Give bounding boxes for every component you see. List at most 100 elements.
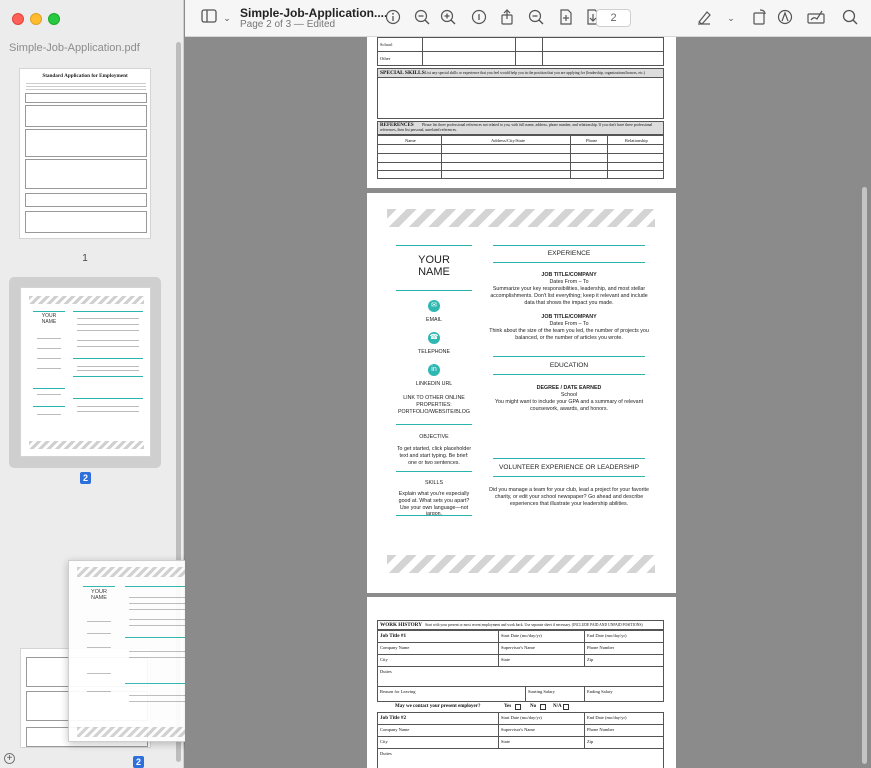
sidebar-filename: Simple-Job-Application.pdf: [9, 42, 140, 54]
info-icon[interactable]: [384, 9, 402, 27]
job2-label: Job Title #2: [380, 715, 407, 721]
job2-city: City: [380, 739, 388, 744]
sign-icon[interactable]: [807, 9, 825, 27]
email-icon: ✉: [428, 300, 440, 312]
ghost-name-2: NAME: [91, 595, 107, 601]
resume-linkedin: LINKEDIN URL: [415, 381, 453, 387]
close-window-button[interactable]: [12, 13, 24, 25]
minimize-window-button[interactable]: [30, 13, 42, 25]
page-2-resume: YOUR NAME ✉ EMAIL ☎ TELEPHONE in LINKEDI…: [367, 193, 676, 593]
decorative-stripes-bottom: [387, 555, 655, 573]
resume-skills-text: Explain what you're especially good at. …: [398, 491, 470, 517]
chevron-down-icon[interactable]: ⌄: [722, 9, 740, 27]
thumbnail-page-number: 2: [80, 472, 91, 484]
contact-no-label: No: [530, 704, 537, 709]
search-icon[interactable]: [841, 9, 859, 27]
contact-na-checkbox[interactable]: [563, 704, 569, 710]
telephone-icon: ☎: [428, 332, 440, 344]
row-label-school: School: [380, 42, 393, 47]
thumbnail-page-number: 2: [133, 756, 144, 768]
ref-col-name: Name: [405, 138, 416, 143]
rotate-icon[interactable]: [750, 9, 768, 27]
work-history-title: WORK HISTORY: [380, 622, 422, 628]
resume-job1-dates: Dates From – To: [549, 279, 589, 285]
resume-name-line-1: YOUR: [418, 254, 450, 266]
share-icon[interactable]: [498, 9, 516, 27]
job1-company: Company Name: [380, 645, 410, 650]
ref-col-address: Address/City/State: [491, 138, 525, 143]
add-icon[interactable]: +: [4, 753, 15, 764]
resume-skills-title: SKILLS: [425, 480, 443, 486]
resume-job1-title: JOB TITLE/COMPANY: [541, 272, 597, 278]
resume-volunteer-title: VOLUNTEER EXPERIENCE OR LEADERSHIP: [499, 464, 639, 471]
job1-start-salary: Starting Salary: [528, 689, 555, 694]
job1-end-salary: Ending Salary: [587, 689, 613, 694]
zoom-out-icon[interactable]: [413, 9, 431, 27]
resume-link-other: LINK TO OTHER ONLINE PROPERTIES: PORTFOL…: [397, 395, 470, 415]
ref-col-phone: Phone: [586, 138, 598, 143]
chevron-down-icon[interactable]: ⌄: [218, 9, 236, 27]
job2-zip: Zip: [587, 739, 594, 744]
info-circle-icon[interactable]: [470, 9, 488, 27]
resume-education-title: EDUCATION: [549, 362, 589, 369]
job1-supervisor: Supervisor's Name: [501, 645, 535, 650]
job1-reason: Reason for Leaving: [380, 689, 416, 694]
search-zoom-icon[interactable]: [527, 9, 545, 27]
linkedin-icon: in: [428, 364, 440, 376]
contact-no-checkbox[interactable]: [540, 704, 546, 710]
special-skills-text: List any special skills or experience th…: [425, 71, 645, 75]
resume-telephone: TELEPHONE: [417, 349, 451, 355]
ref-col-relationship: Relationship: [625, 138, 648, 143]
thumbnail-page-1[interactable]: Standard Application for Employment: [19, 68, 151, 239]
resume-job2-text: Think about the size of the team you led…: [489, 328, 649, 341]
job2-company: Company Name: [380, 727, 410, 732]
job1-state: State: [501, 657, 510, 662]
resume-job1-text: Summarize your key responsibilities, lea…: [490, 286, 648, 306]
job1-label: Job Title #1: [380, 633, 407, 639]
thumbnail-page-number: 1: [82, 253, 88, 264]
job1-zip: Zip: [587, 657, 594, 662]
job1-start-date: Start Date (mo/day/yr): [501, 633, 542, 638]
thumbnail-heading: Standard Application for Employment: [42, 73, 128, 79]
job1-phone: Phone Number: [587, 645, 615, 650]
fullscreen-window-button[interactable]: [48, 13, 60, 25]
decorative-stripes-top: [387, 209, 655, 227]
resume-job2-title: JOB TITLE/COMPANY: [541, 314, 597, 320]
document-viewer[interactable]: School Other SPECIAL SKILLS List any spe…: [185, 37, 871, 768]
job2-phone: Phone Number: [587, 727, 615, 732]
special-skills-title: SPECIAL SKILLS: [380, 70, 425, 76]
resume-volunteer-text: Did you manage a team for your club, lea…: [489, 487, 649, 507]
resume-objective-text: To get started, click placeholder text a…: [396, 446, 472, 466]
job1-end-date: End Date (mo/day/yr): [587, 633, 627, 638]
contact-question: May we contact your present employer?: [395, 704, 481, 709]
thumbnail-page-2[interactable]: YOUR NAME: [20, 287, 151, 457]
contact-yes-checkbox[interactable]: [515, 704, 521, 710]
job2-duties: Duties: [380, 751, 392, 756]
zoom-in-icon[interactable]: [439, 9, 457, 27]
markup-icon[interactable]: [776, 9, 794, 27]
resume-school: School: [560, 392, 578, 398]
resume-job2-dates: Dates From – To: [549, 321, 589, 327]
work-history-text: Start with your present or most recent e…: [425, 623, 643, 627]
page-1-partial: School Other SPECIAL SKILLS List any spe…: [367, 37, 676, 188]
job2-end-date: End Date (mo/day/yr): [587, 715, 627, 720]
job2-state: State: [501, 739, 510, 744]
page-number-input[interactable]: 2: [596, 9, 631, 27]
job2-start-date: Start Date (mo/day/yr): [501, 715, 542, 720]
document-title: Simple-Job-Application....: [240, 6, 388, 20]
page-3-work-history: WORK HISTORY Start with your present or …: [367, 597, 676, 768]
job1-duties: Duties: [380, 669, 392, 674]
contact-na-label: N/A: [553, 704, 562, 709]
row-label-other: Other: [380, 56, 391, 61]
document-scrollbar[interactable]: [862, 187, 867, 764]
insert-page-icon[interactable]: [557, 9, 575, 27]
toolbar: ⌄ Simple-Job-Application.... Page 2 of 3…: [185, 0, 871, 37]
thumbnail-heading: YOUR NAME: [41, 313, 57, 325]
resume-objective-title: OBJECTIVE: [419, 434, 449, 440]
sidebar-toggle-icon[interactable]: [200, 9, 218, 27]
resume-email: EMAIL: [426, 317, 442, 323]
resume-experience-title: EXPERIENCE: [547, 250, 591, 257]
highlight-icon[interactable]: [695, 9, 713, 27]
resume-education-text: You might want to include your GPA and a…: [494, 399, 644, 412]
resume-name-line-2: NAME: [418, 266, 450, 278]
